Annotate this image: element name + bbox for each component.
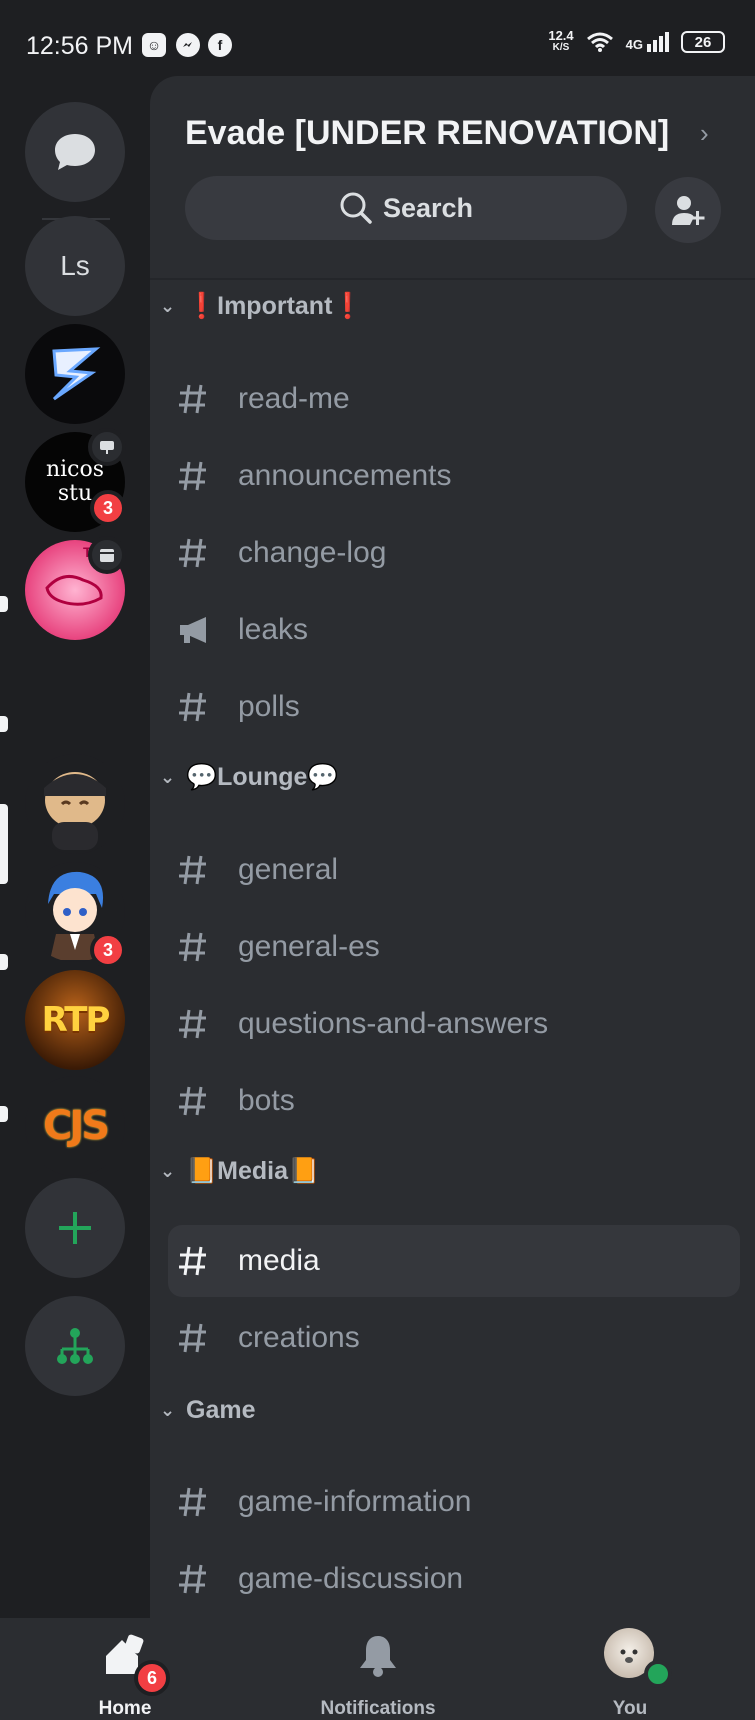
nav-you[interactable]: You: [590, 1618, 672, 1720]
server-rail: Ls nicos stu 3 TPC: [0, 90, 150, 1618]
channel-game-discussion[interactable]: game-discussion: [168, 1543, 740, 1615]
hash-icon: [178, 931, 230, 963]
notification-badge: 6: [134, 1660, 170, 1696]
chevron-down-icon: ⌄: [160, 295, 176, 316]
nav-you-label: You: [612, 1698, 648, 1719]
channel-read-me[interactable]: read-me: [168, 363, 740, 435]
add-member-icon: [672, 196, 705, 225]
add-server-button[interactable]: [25, 1178, 125, 1278]
evade-avatar-icon: [44, 772, 106, 850]
chat-bubble-icon: [55, 134, 95, 170]
channel-media[interactable]: media: [168, 1225, 740, 1297]
mention-badge: 3: [90, 932, 126, 968]
direct-messages-button[interactable]: [25, 102, 125, 202]
lightning-logo-icon: [52, 347, 101, 401]
channel-polls[interactable]: polls: [168, 671, 740, 743]
channel-questions-and-answers[interactable]: questions-and-answers: [168, 988, 740, 1060]
guild-ls[interactable]: Ls: [25, 216, 125, 316]
channel-panel: Evade [UNDER RENOVATION] › Search ⌄ ❗Imp…: [150, 76, 755, 1618]
category-game[interactable]: ⌄ Game: [160, 1390, 255, 1430]
tpc-logo-icon: [45, 574, 103, 606]
hash-icon: [178, 1486, 230, 1518]
hash-icon: [178, 1563, 230, 1595]
panel-divider: [150, 278, 755, 280]
category-lounge[interactable]: ⌄ 💬Lounge💬: [160, 757, 339, 797]
mention-badge: 3: [90, 490, 126, 526]
hash-icon: [178, 1322, 230, 1354]
hash-icon: [178, 1008, 230, 1040]
facebook-icon: f: [208, 33, 232, 57]
nav-home[interactable]: 6 Home: [70, 1618, 180, 1720]
network-speed: 12.4 K/S: [548, 28, 574, 53]
hash-icon: [178, 460, 230, 492]
channel-game-information[interactable]: game-information: [168, 1466, 740, 1538]
online-status-icon: [644, 1660, 672, 1688]
channel-leaks[interactable]: leaks: [168, 594, 740, 666]
unread-indicator: [0, 596, 8, 612]
event-calendar-icon: [88, 536, 126, 574]
hash-icon: [178, 1245, 230, 1277]
discover-servers-button[interactable]: [25, 1296, 125, 1396]
status-indicators: 12.4 K/S 4G 26: [548, 28, 725, 54]
selected-indicator: [0, 804, 8, 884]
messenger-icon: [176, 33, 200, 57]
unread-indicator: [0, 1106, 8, 1122]
server-title[interactable]: Evade [UNDER RENOVATION]: [185, 114, 669, 153]
search-icon: [340, 192, 372, 224]
hash-icon: [178, 537, 230, 569]
hash-icon: [178, 1085, 230, 1117]
hub-tree-icon: [57, 1328, 93, 1364]
bell-icon: [360, 1636, 396, 1677]
wifi-icon: [586, 32, 613, 52]
channel-bots[interactable]: bots: [168, 1065, 740, 1137]
channel-change-log[interactable]: change-log: [168, 517, 740, 589]
channel-general-es[interactable]: general-es: [168, 911, 740, 983]
app-notification-icon: ☺: [142, 33, 166, 57]
plus-icon: [59, 1212, 91, 1244]
unread-indicator: [0, 716, 8, 732]
search-button[interactable]: Search: [185, 176, 627, 240]
chevron-down-icon: ⌄: [160, 1160, 176, 1181]
hash-icon: [178, 854, 230, 886]
hash-icon: [178, 383, 230, 415]
chevron-down-icon: ⌄: [160, 766, 176, 787]
guild-logo-lightning[interactable]: [25, 324, 125, 424]
category-important[interactable]: ⌄ ❗Important❗: [160, 286, 364, 326]
invite-members-button[interactable]: [655, 177, 721, 243]
guild-cjs[interactable]: CJS: [25, 1076, 125, 1176]
nav-notifications[interactable]: Notifications: [312, 1618, 444, 1720]
battery-icon: 26: [681, 31, 725, 53]
chevron-right-icon[interactable]: ›: [700, 118, 709, 149]
nav-notifications-label: Notifications: [320, 1698, 436, 1719]
megaphone-icon: [178, 615, 230, 645]
channel-announcements[interactable]: announcements: [168, 440, 740, 512]
hash-icon: [178, 691, 230, 723]
stage-icon: [88, 428, 126, 466]
status-time: 12:56 PM: [26, 32, 134, 60]
bottom-nav: 6 Home Notifications You: [0, 1618, 755, 1720]
cell-signal-icon: 4G: [626, 32, 669, 52]
channel-creations[interactable]: creations: [168, 1302, 740, 1374]
category-media[interactable]: ⌄ 📙Media📙: [160, 1151, 319, 1191]
chevron-down-icon: ⌄: [160, 1399, 176, 1420]
channel-general[interactable]: general: [168, 834, 740, 906]
guild-rtp[interactable]: RTP: [25, 970, 125, 1070]
nav-home-label: Home: [98, 1698, 152, 1719]
unread-indicator: [0, 954, 8, 970]
guild-evade[interactable]: [25, 754, 125, 854]
